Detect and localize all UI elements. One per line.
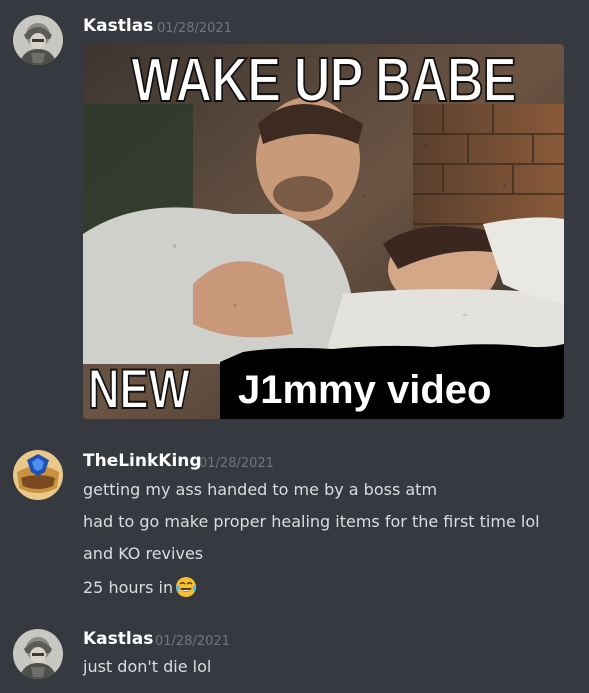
message-line-with-emoji: 25 hours in: [83, 576, 197, 598]
username[interactable]: Kastlas: [83, 629, 153, 649]
meme-top-caption: WAKE UP BABE: [130, 45, 517, 116]
message-line: and KO revives: [83, 544, 204, 563]
username[interactable]: Kastlas: [83, 16, 153, 36]
timestamp: 01/28/2021: [157, 21, 232, 36]
soldier-avatar-icon: [13, 15, 63, 65]
thelinkking-avatar[interactable]: [13, 450, 63, 500]
joy-emoji-icon: [175, 576, 197, 598]
kastlas-avatar[interactable]: [13, 629, 63, 679]
blue-crest-avatar-icon: [13, 450, 63, 500]
meme-new-caption: NEW: [87, 357, 190, 419]
username[interactable]: TheLinkKing: [83, 451, 202, 471]
message-text: 25 hours in: [83, 578, 174, 597]
soldier-avatar-icon: [13, 629, 63, 679]
message-line: just don't die lol: [83, 657, 212, 676]
message-line: getting my ass handed to me by a boss at…: [83, 480, 438, 499]
timestamp: 01/28/2021: [199, 456, 274, 471]
timestamp: 01/28/2021: [155, 634, 230, 649]
meme-video-caption: J1mmy video: [238, 368, 492, 412]
kastlas-avatar[interactable]: [13, 15, 63, 65]
message-line: had to go make proper healing items for …: [83, 512, 540, 531]
image-attachment[interactable]: WAKE UP BABE NEW J1mmy video: [83, 44, 564, 419]
